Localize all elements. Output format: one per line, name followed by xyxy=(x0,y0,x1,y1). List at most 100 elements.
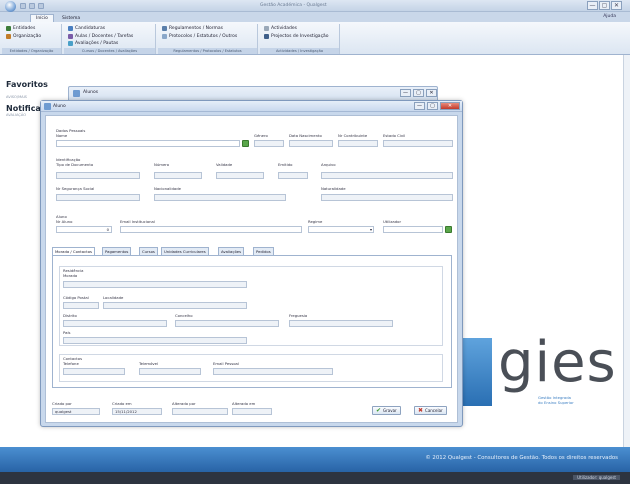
save-button[interactable]: ✔ Gravar xyxy=(372,406,401,415)
estado-civil-label: Estado Civil xyxy=(383,133,406,138)
criado-por-field: qualgest xyxy=(52,408,100,415)
tipo-documento-field[interactable] xyxy=(56,172,140,179)
seguranca-social-label: Nr Segurança Social xyxy=(56,186,95,191)
ribbon-tab-row: Início Sistema Ajuda xyxy=(0,12,630,22)
distrito-label: Distrito xyxy=(63,313,77,318)
seguranca-social-field[interactable] xyxy=(56,194,140,201)
org-icon xyxy=(6,34,11,39)
ribbon-item-candidaturas[interactable]: Candidaturas xyxy=(68,25,151,32)
criado-por-label: Criado por xyxy=(52,401,72,406)
utilizador-label: Utilizador xyxy=(383,219,402,224)
genero-field[interactable] xyxy=(254,140,284,147)
ribbon-item-regulamentos[interactable]: Regulamentos / Normas xyxy=(162,25,253,32)
tipo-documento-label: Tipo de Documento xyxy=(56,162,94,167)
regime-select[interactable]: ▾ xyxy=(308,226,374,233)
validade-field[interactable] xyxy=(216,172,264,179)
email-institucional-field[interactable] xyxy=(120,226,302,233)
window-icon xyxy=(73,90,80,97)
check-icon: ✔ xyxy=(376,407,382,414)
dialog-close-button[interactable]: ✕ xyxy=(440,102,460,110)
maximize-button[interactable]: ▢ xyxy=(599,1,610,10)
contribuinte-field[interactable] xyxy=(338,140,378,147)
concelho-label: Concelho xyxy=(175,313,193,318)
bg-close-button[interactable]: ✕ xyxy=(426,89,437,97)
estado-civil-field[interactable] xyxy=(383,140,453,147)
dialog-minimize-button[interactable]: — xyxy=(414,102,425,110)
ribbon: Entidades Organização Entidades / Organi… xyxy=(0,22,630,55)
arquivo-field[interactable] xyxy=(321,172,453,179)
freguesia-label: Freguesia xyxy=(289,313,308,318)
telefone-field[interactable] xyxy=(63,368,125,375)
tab-sistema[interactable]: Sistema xyxy=(56,14,86,22)
ribbon-group-caption: Cursos / Docentes / Avaliações xyxy=(64,48,155,54)
codigo-postal-field[interactable] xyxy=(63,302,99,309)
ribbon-item-organizacao[interactable]: Organização xyxy=(6,33,57,40)
x-icon: ✖ xyxy=(418,407,424,414)
quick-save-icon[interactable] xyxy=(20,3,26,9)
help-link[interactable]: Ajuda xyxy=(603,14,616,19)
localidade-label: Localidade xyxy=(103,295,124,300)
morada-field[interactable] xyxy=(63,281,247,288)
emitido-field[interactable] xyxy=(278,172,308,179)
telemovel-field[interactable] xyxy=(139,368,201,375)
ribbon-item-protocolos[interactable]: Protocolos / Estatutos / Outros xyxy=(162,33,253,40)
ribbon-item-entidades[interactable]: Entidades xyxy=(6,25,57,32)
gies-logo-bar xyxy=(462,338,492,406)
ribbon-item-actividades[interactable]: Actividades xyxy=(264,25,335,32)
email-institucional-label: Email Institucional xyxy=(120,219,155,224)
telefone-label: Telefone xyxy=(63,361,79,366)
tab-unidades-curriculares[interactable]: Unidades Curriculares xyxy=(161,247,209,255)
vertical-scrollbar[interactable] xyxy=(623,55,630,447)
tab-inicio[interactable]: Início xyxy=(30,14,54,22)
tab-pagamentos[interactable]: Pagamentos xyxy=(102,247,132,255)
nacionalidade-field[interactable] xyxy=(154,194,286,201)
ribbon-item-aulas[interactable]: Aulas / Docentes / Tarefas xyxy=(68,33,151,40)
data-nascimento-field[interactable] xyxy=(289,140,333,147)
alterado-em-label: Alterado em xyxy=(232,401,256,406)
dialog-maximize-button[interactable]: ▢ xyxy=(427,102,438,110)
alterado-por-field xyxy=(172,408,228,415)
genero-label: Género xyxy=(254,133,268,138)
utilizador-field[interactable] xyxy=(383,226,443,233)
regime-label: Regime xyxy=(308,219,323,224)
tab-morada-contactos[interactable]: Morada / Contactos xyxy=(52,247,95,255)
window-icon xyxy=(44,103,51,110)
alterado-em-field xyxy=(232,408,272,415)
nr-aluno-field[interactable]: 0 xyxy=(56,226,112,233)
email-pessoal-field[interactable] xyxy=(213,368,333,375)
distrito-field[interactable] xyxy=(63,320,167,327)
nacionalidade-label: Nacionalidade xyxy=(154,186,181,191)
ribbon-item-projectos[interactable]: Projectos de Investigação xyxy=(264,33,335,40)
pais-field[interactable] xyxy=(63,337,247,344)
localidade-field[interactable] xyxy=(103,302,247,309)
bg-minimize-button[interactable]: — xyxy=(400,89,411,97)
freguesia-field[interactable] xyxy=(289,320,393,327)
close-button[interactable]: ✕ xyxy=(611,1,622,10)
tab-pedidos[interactable]: Pedidos xyxy=(253,247,274,255)
ribbon-item-avaliacoes[interactable]: Avaliações / Pautas xyxy=(68,40,151,47)
notifications-subtitle: AVALIAÇÃO xyxy=(6,113,27,117)
nome-field[interactable] xyxy=(56,140,240,147)
ribbon-group-actividades: Actividades Projectos de Investigação Ac… xyxy=(260,24,340,54)
utilizador-lookup-button[interactable] xyxy=(445,226,452,233)
tab-cursos[interactable]: Cursos xyxy=(139,247,158,255)
tab-avaliacoes[interactable]: Avaliações xyxy=(218,247,245,255)
cancel-button[interactable]: ✖ Cancelar xyxy=(414,406,447,415)
numero-field[interactable] xyxy=(154,172,202,179)
rules-icon xyxy=(162,26,167,31)
quick-redo-icon[interactable] xyxy=(38,3,44,9)
minimize-button[interactable]: — xyxy=(587,1,598,10)
app-orb-icon[interactable] xyxy=(5,1,16,12)
quick-undo-icon[interactable] xyxy=(29,3,35,9)
ribbon-group-caption: Regulamentos / Protocolos / Estatutos xyxy=(158,48,257,54)
concelho-field[interactable] xyxy=(175,320,279,327)
contribuinte-label: Nr Contribuinte xyxy=(338,133,368,138)
favorites-title: Favoritos xyxy=(6,80,48,89)
research-icon xyxy=(264,34,269,39)
status-user: Utilizador: qualgest xyxy=(573,475,620,480)
naturalidade-field[interactable] xyxy=(321,194,453,201)
criado-em-label: Criado em xyxy=(112,401,132,406)
ribbon-group-cursos: Candidaturas Aulas / Docentes / Tarefas … xyxy=(64,24,156,54)
bg-maximize-button[interactable]: ▢ xyxy=(413,89,424,97)
nome-lookup-button[interactable] xyxy=(242,140,249,147)
